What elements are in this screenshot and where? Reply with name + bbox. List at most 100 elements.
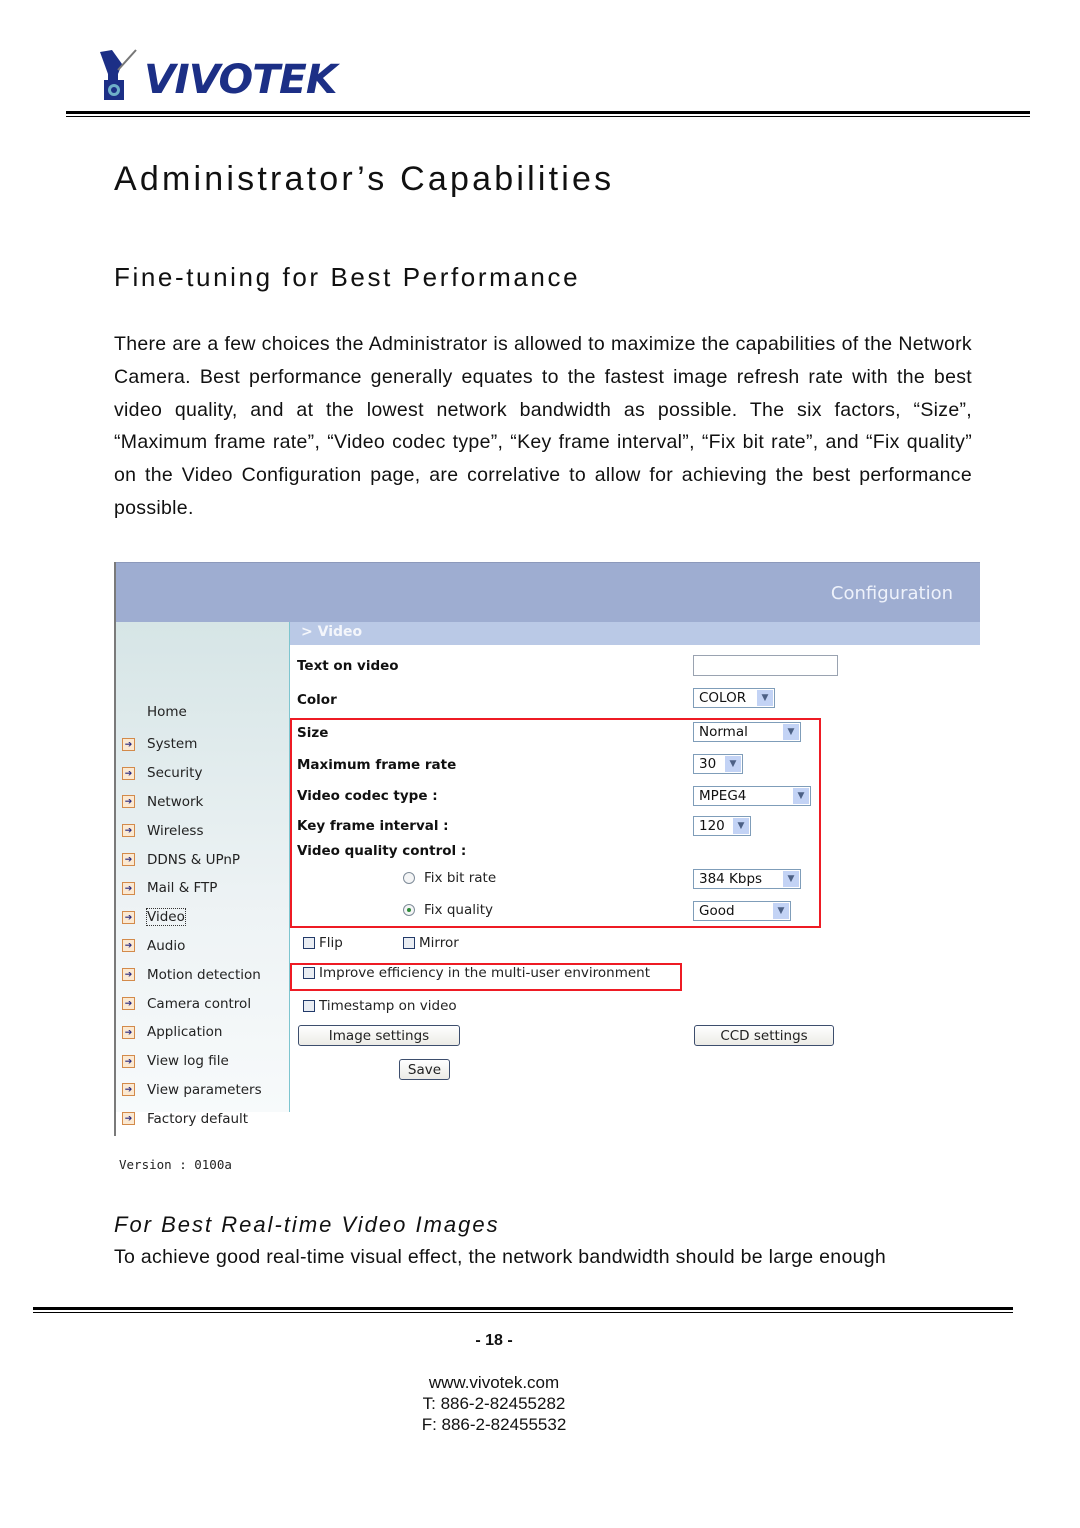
- image-settings-button[interactable]: Image settings: [298, 1025, 460, 1046]
- sidebar-item-network[interactable]: ➔ Network: [122, 788, 262, 817]
- sidebar-item-factory-default[interactable]: ➔ Factory default: [122, 1104, 262, 1133]
- fix-bit-rate-radio[interactable]: [403, 872, 415, 884]
- quality-value: Good: [699, 903, 735, 919]
- quality-control-label: Video quality control :: [297, 843, 467, 859]
- arrow-right-icon: ➔: [122, 1025, 135, 1039]
- firmware-version: Version : 0100a: [119, 1157, 232, 1172]
- sidebar-item-application[interactable]: ➔ Application: [122, 1018, 262, 1047]
- bit-rate-select[interactable]: 384 Kbps ▼: [693, 869, 801, 889]
- arrow-right-icon: ➔: [122, 1054, 135, 1068]
- footer-rule: [33, 1307, 1013, 1310]
- subsection-title: For Best Real-time Video Images: [114, 1212, 500, 1237]
- chevron-down-icon: ▼: [783, 724, 799, 740]
- phone-number: T: 886-2-82455282: [422, 1394, 566, 1413]
- page-title: Administrator’s Capabilities: [114, 160, 615, 198]
- sidebar-item-label: Video: [146, 908, 186, 927]
- sidebar-item-label: Factory default: [147, 1110, 249, 1127]
- mirror-checkbox[interactable]: [403, 937, 415, 949]
- sidebar-item-motion-detection[interactable]: ➔ Motion detection: [122, 960, 262, 989]
- timestamp-label: Timestamp on video: [319, 998, 457, 1014]
- sidebar-item-home[interactable]: Home: [147, 704, 187, 720]
- header-rule: [66, 111, 1030, 114]
- chevron-down-icon: ▼: [757, 690, 773, 706]
- text-on-video-input[interactable]: [693, 655, 838, 676]
- sidebar-item-label: Security: [147, 765, 203, 782]
- page-number: - 18 -: [475, 1332, 513, 1349]
- arrow-right-icon: ➔: [122, 939, 135, 953]
- bit-rate-value: 384 Kbps: [699, 871, 763, 887]
- website-link[interactable]: www.vivotek.com: [0, 1372, 988, 1393]
- timestamp-checkbox[interactable]: [303, 1000, 315, 1012]
- size-select[interactable]: Normal ▼: [693, 722, 801, 742]
- sidebar-item-view-log-file[interactable]: ➔ View log file: [122, 1047, 262, 1076]
- sidebar-item-audio[interactable]: ➔ Audio: [122, 932, 262, 961]
- arrow-right-icon: ➔: [122, 737, 135, 751]
- sidebar-item-wireless[interactable]: ➔ Wireless: [122, 816, 262, 845]
- ccd-settings-button[interactable]: CCD settings: [694, 1025, 834, 1046]
- save-button[interactable]: Save: [399, 1059, 450, 1080]
- sidebar-nav: ➔ System ➔ Security ➔ Network ➔ Wireless ➔ DD…: [122, 730, 262, 1133]
- multi-user-checkbox[interactable]: [303, 967, 315, 979]
- sidebar-item-label: Application: [147, 1024, 223, 1041]
- key-frame-interval-label: Key frame interval :: [297, 818, 449, 834]
- fax-number: F: 886-2-82455532: [421, 1415, 567, 1434]
- mirror-label: Mirror: [419, 935, 459, 951]
- flip-checkbox[interactable]: [303, 937, 315, 949]
- sidebar-item-view-parameters[interactable]: ➔ View parameters: [122, 1076, 262, 1105]
- max-frame-rate-select[interactable]: 30 ▼: [693, 754, 743, 774]
- intro-paragraph: There are a few choices the Administrato…: [114, 333, 972, 519]
- quality-select[interactable]: Good ▼: [693, 901, 791, 921]
- fix-bit-rate-label: Fix bit rate: [424, 870, 497, 886]
- config-sidebar: Home ➔ System ➔ Security ➔ Network ➔ Wireles…: [116, 622, 290, 1172]
- footer-rule-thin: [33, 1312, 1013, 1313]
- sidebar-item-ddns-upnp[interactable]: ➔ DDNS & UPnP: [122, 845, 262, 874]
- key-frame-interval-value: 120: [699, 818, 725, 834]
- arrow-right-icon: ➔: [122, 824, 135, 838]
- sidebar-item-video[interactable]: ➔ Video: [122, 903, 262, 932]
- sidebar-item-label: View log file: [147, 1053, 229, 1070]
- sidebar-item-system[interactable]: ➔ System: [122, 730, 262, 759]
- color-label: Color: [297, 692, 337, 708]
- codec-type-value: MPEG4: [699, 788, 747, 804]
- size-select-value: Normal: [699, 724, 748, 740]
- key-frame-interval-select[interactable]: 120 ▼: [693, 816, 751, 836]
- color-select[interactable]: COLOR ▼: [693, 688, 775, 708]
- arrow-right-icon: ➔: [122, 795, 135, 809]
- chevron-down-icon: ▼: [793, 788, 809, 804]
- contact-info: www.vivotek.com T: 886-2-82455282 F: 886…: [0, 1372, 988, 1435]
- codec-type-select[interactable]: MPEG4 ▼: [693, 786, 811, 806]
- arrow-right-icon: ➔: [122, 853, 135, 867]
- fix-quality-label: Fix quality: [424, 902, 493, 918]
- arrow-right-icon: ➔: [122, 881, 135, 895]
- config-title: Configuration: [830, 583, 953, 604]
- sidebar-item-label: Network: [147, 793, 204, 810]
- sidebar-item-security[interactable]: ➔ Security: [122, 759, 262, 788]
- multi-user-label: Improve efficiency in the multi-user env…: [319, 965, 651, 981]
- arrow-right-icon: ➔: [122, 910, 135, 924]
- breadcrumb: > Video: [301, 624, 363, 640]
- chevron-down-icon: ▼: [733, 818, 749, 834]
- section-title: Fine-tuning for Best Performance: [114, 262, 581, 292]
- sidebar-item-mail-ftp[interactable]: ➔ Mail & FTP: [122, 874, 262, 903]
- fix-quality-radio[interactable]: [403, 904, 415, 916]
- max-frame-rate-value: 30: [699, 756, 717, 772]
- video-configuration-screenshot: Configuration Home ➔ System ➔ Security ➔ Ne…: [114, 562, 980, 1172]
- camera-icon: [100, 49, 137, 100]
- arrow-right-icon: ➔: [122, 997, 135, 1011]
- text-on-video-label: Text on video: [297, 658, 399, 674]
- sidebar-item-label: Audio: [147, 937, 186, 954]
- chevron-down-icon: ▼: [725, 756, 741, 772]
- flip-label: Flip: [319, 935, 343, 951]
- sidebar-item-label: View parameters: [147, 1081, 262, 1098]
- max-frame-rate-label: Maximum frame rate: [297, 757, 457, 773]
- chevron-down-icon: ▼: [773, 903, 789, 919]
- arrow-right-icon: ➔: [122, 1112, 135, 1126]
- sidebar-item-camera-control[interactable]: ➔ Camera control: [122, 989, 262, 1018]
- size-label: Size: [297, 725, 329, 741]
- codec-type-label: Video codec type :: [297, 788, 438, 804]
- sidebar-item-label: System: [147, 736, 198, 753]
- sidebar-item-label: Mail & FTP: [147, 880, 218, 897]
- header-rule-thin: [66, 116, 1030, 117]
- config-top-bar: Configuration: [116, 562, 980, 623]
- logo-wordmark: VIVOTEK: [144, 57, 337, 103]
